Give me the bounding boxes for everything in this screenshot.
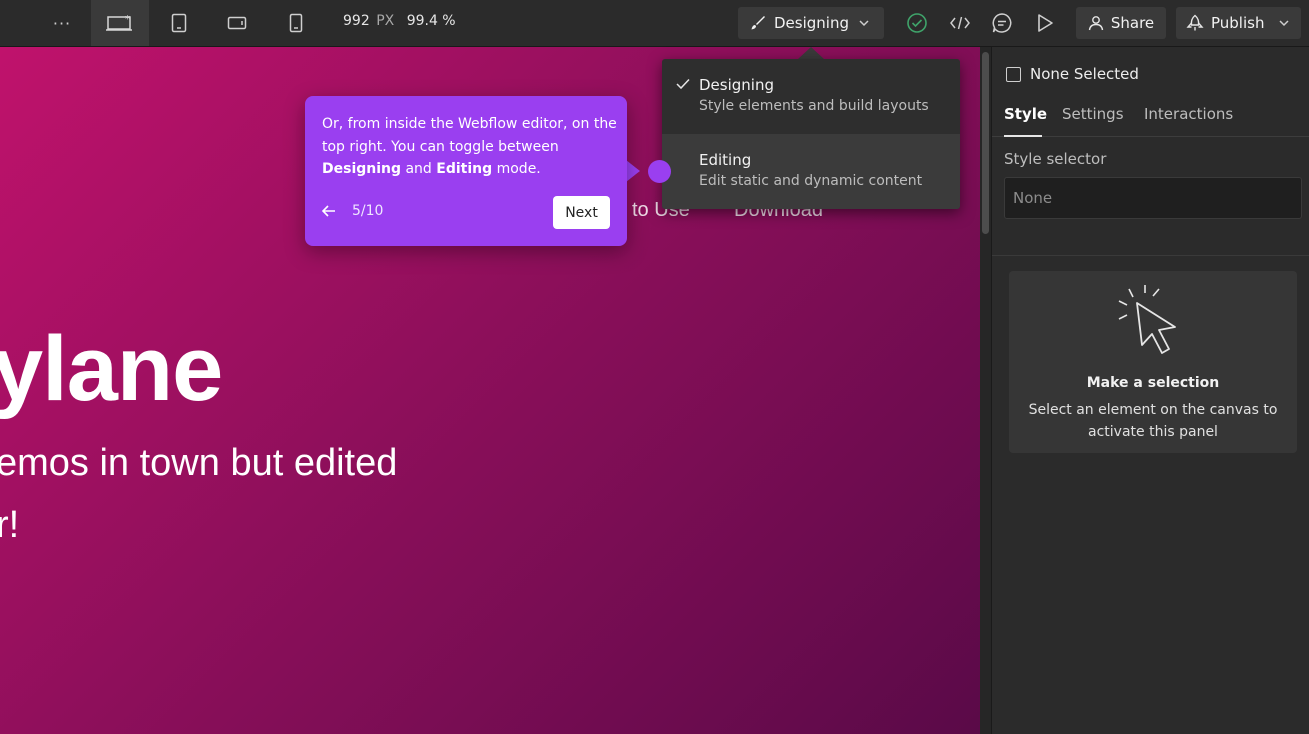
top-toolbar: ··· * 992 PX 99.4 % Designing Share Publ… — [0, 0, 1309, 47]
tour-text-part: Or, from inside the Webflow editor, on t… — [322, 116, 617, 155]
tour-next-button[interactable]: Next — [553, 196, 610, 229]
mode-option-designing[interactable]: Designing Style elements and build layou… — [662, 59, 960, 134]
tour-hotspot[interactable] — [648, 160, 671, 183]
breakpoint-tablet-button[interactable] — [160, 0, 198, 46]
check-icon — [676, 78, 690, 90]
canvas-hero-subtitle[interactable]: emos in town but edited — [0, 442, 397, 485]
play-icon — [1038, 14, 1053, 32]
mode-option-title: Editing — [699, 151, 752, 169]
breakpoint-phone-button[interactable] — [277, 0, 315, 46]
share-button[interactable]: Share — [1076, 7, 1166, 39]
code-icon — [950, 16, 970, 30]
code-export-button[interactable] — [945, 0, 975, 46]
tour-text-part: mode. — [492, 161, 541, 177]
canvas-width-value: 992 — [343, 13, 370, 29]
tour-tooltip-pointer — [626, 160, 640, 182]
cursor-click-icon — [1118, 285, 1176, 354]
style-selector-input[interactable]: None — [1004, 177, 1302, 219]
tablet-breakpoint-icon — [171, 13, 187, 33]
chevron-down-icon — [859, 20, 869, 27]
mode-option-description: Edit static and dynamic content — [699, 173, 923, 189]
user-icon — [1088, 16, 1104, 31]
selection-checkbox[interactable] — [1006, 67, 1021, 82]
arrow-left-icon[interactable] — [321, 204, 337, 218]
mode-option-editing[interactable]: Editing Edit static and dynamic content — [662, 134, 960, 209]
tour-tooltip: Or, from inside the Webflow editor, on t… — [305, 96, 627, 246]
breakpoint-desktop-button[interactable]: * — [91, 0, 149, 46]
style-selector-placeholder: None — [1013, 189, 1053, 207]
more-menu-button[interactable]: ··· — [42, 0, 82, 46]
empty-selection-title: Make a selection — [1086, 375, 1220, 391]
mode-option-title: Designing — [699, 76, 774, 94]
comments-button[interactable] — [987, 0, 1017, 46]
preview-button[interactable] — [1030, 0, 1060, 46]
rocket-icon — [1186, 14, 1204, 31]
mode-dropdown-menu: Designing Style elements and build layou… — [662, 59, 960, 209]
canvas-hero-title[interactable]: ylane — [0, 317, 223, 422]
panel-tabs: Style Settings Interactions — [992, 103, 1309, 137]
canvas-hero-subtitle[interactable]: r! — [0, 504, 19, 547]
mode-switcher-button[interactable]: Designing — [738, 7, 884, 39]
canvas-scrollbar-thumb[interactable] — [982, 52, 989, 234]
tab-style[interactable]: Style — [1004, 105, 1047, 123]
empty-selection-description: Select an element on the canvas to activ… — [1028, 402, 1278, 440]
publish-status-button[interactable] — [902, 0, 932, 46]
mode-option-description: Style elements and build layouts — [699, 98, 929, 114]
breakpoint-landscape-button[interactable] — [218, 0, 256, 46]
zoom-value: 99.4 % — [406, 13, 456, 29]
mobile-portrait-icon — [289, 13, 303, 33]
check-circle-icon — [907, 13, 927, 33]
tour-step-counter: 5/10 — [352, 203, 384, 219]
chevron-down-icon — [1279, 20, 1289, 27]
publish-label: Publish — [1211, 14, 1265, 32]
publish-button[interactable]: Publish — [1176, 7, 1301, 39]
dropdown-notch — [798, 47, 824, 59]
tour-text-bold: Editing — [436, 161, 493, 177]
tab-settings[interactable]: Settings — [1062, 105, 1124, 123]
mobile-landscape-icon — [227, 16, 247, 30]
desktop-breakpoint-icon: * — [106, 14, 132, 31]
tour-tooltip-text: Or, from inside the Webflow editor, on t… — [322, 113, 618, 181]
tour-text-bold: Designing — [322, 161, 402, 177]
brush-icon — [751, 16, 765, 30]
mode-label: Designing — [774, 14, 849, 32]
selection-label: None Selected — [1030, 65, 1139, 83]
tour-text-part: and — [401, 161, 437, 177]
tab-interactions[interactable]: Interactions — [1144, 105, 1233, 123]
panel-divider — [992, 255, 1309, 256]
svg-text:*: * — [125, 14, 130, 25]
comment-icon — [992, 13, 1012, 33]
style-panel: None Selected Style Settings Interaction… — [991, 47, 1309, 734]
more-icon: ··· — [52, 13, 72, 33]
canvas-width-unit: PX — [376, 13, 395, 29]
share-label: Share — [1110, 14, 1155, 32]
canvas-size-readout[interactable]: 992 PX 99.4 % — [343, 13, 456, 33]
webflow-designer: ··· * 992 PX 99.4 % Designing Share Publ… — [0, 0, 1309, 734]
style-selector-label: Style selector — [1004, 150, 1107, 168]
empty-selection-card: Make a selection Select an element on th… — [1009, 271, 1297, 453]
active-tab-indicator — [1004, 135, 1042, 137]
